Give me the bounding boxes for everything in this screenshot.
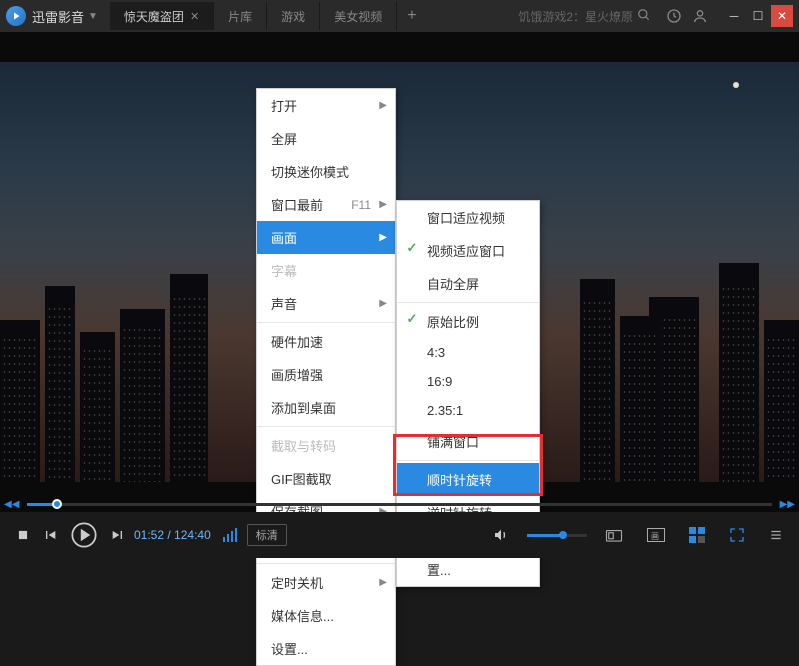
close-button[interactable]: ✕ <box>771 5 793 27</box>
submenu-original-ratio[interactable]: 原始比例 <box>397 305 539 338</box>
menu-always-on-top[interactable]: 窗口最前F11▶ <box>257 188 395 221</box>
time-display: 01:52 / 124:40 <box>134 528 211 542</box>
menu-add-desktop[interactable]: 添加到桌面 <box>257 391 395 424</box>
snapshot-button[interactable] <box>605 527 623 543</box>
progress-handle[interactable] <box>52 499 62 509</box>
add-tab-button[interactable]: + <box>397 7 426 25</box>
minimize-button[interactable]: ─ <box>723 5 745 27</box>
tab-videos[interactable]: 美女视频 <box>320 2 397 30</box>
volume-icon[interactable] <box>493 527 509 543</box>
search-placeholder-text[interactable]: 饥饿游戏2：星火燎原 <box>518 8 633 25</box>
progress-track[interactable] <box>27 503 771 506</box>
fullscreen-button[interactable] <box>729 527 745 543</box>
menu-enhance[interactable]: 画质增强 <box>257 358 395 391</box>
chevron-right-icon: ▶ <box>379 199 387 210</box>
controls-bar: 01:52 / 124:40 标清 画 <box>0 512 799 558</box>
volume-slider[interactable] <box>527 534 587 537</box>
submenu-window-fit-video[interactable]: 窗口适应视频 <box>397 201 539 234</box>
history-icon[interactable] <box>661 3 687 29</box>
titlebar: 迅雷影音 ▼ 惊天魔盗团 ✕ 片库 游戏 美女视频 + 饥饿游戏2：星火燎原 ─… <box>0 0 799 32</box>
menu-fullscreen[interactable]: 全屏 <box>257 122 395 155</box>
title-dropdown-icon[interactable]: ▼ <box>88 11 98 22</box>
prev-button[interactable] <box>42 527 58 543</box>
menu-open[interactable]: 打开▶ <box>257 89 395 122</box>
search-icon[interactable] <box>637 8 651 25</box>
step-forward-icon[interactable]: ▶▶ <box>780 499 795 510</box>
signal-icon <box>223 528 237 542</box>
tab-games[interactable]: 游戏 <box>267 2 320 30</box>
playlist-button[interactable] <box>689 527 705 543</box>
menu-gif-capture[interactable]: GIF图截取 <box>257 462 395 495</box>
stop-button[interactable] <box>16 528 30 542</box>
tab-row: 惊天魔盗团 ✕ 片库 游戏 美女视频 + <box>110 0 427 32</box>
menu-capture-section: 截取与转码 <box>257 429 395 462</box>
menu-settings[interactable]: 设置... <box>257 632 395 665</box>
context-menu: 打开▶ 全屏 切换迷你模式 窗口最前F11▶ 画面▶ 字幕 声音▶ 硬件加速 画… <box>256 88 396 666</box>
menu-subtitle: 字幕 <box>257 254 395 287</box>
tab-close-icon[interactable]: ✕ <box>190 10 199 23</box>
submenu-fill-window[interactable]: 铺满窗口 <box>397 425 539 458</box>
chevron-right-icon: ▶ <box>379 577 387 588</box>
chevron-right-icon: ▶ <box>379 298 387 309</box>
menu-media-info[interactable]: 媒体信息... <box>257 599 395 632</box>
app-title: 迅雷影音 <box>32 7 84 26</box>
menu-picture[interactable]: 画面▶ <box>257 221 395 254</box>
user-icon[interactable] <box>687 3 713 29</box>
menu-hardware-accel[interactable]: 硬件加速 <box>257 325 395 358</box>
submenu-ratio-235-1[interactable]: 2.35:1 <box>397 396 539 425</box>
volume-handle[interactable] <box>559 531 567 539</box>
menu-shutdown-timer[interactable]: 定时关机▶ <box>257 566 395 599</box>
menu-audio[interactable]: 声音▶ <box>257 287 395 320</box>
tab-library[interactable]: 片库 <box>214 2 267 30</box>
submenu-ratio-16-9[interactable]: 16:9 <box>397 367 539 396</box>
step-back-icon[interactable]: ◀◀ <box>4 499 19 510</box>
tab-current-video[interactable]: 惊天魔盗团 ✕ <box>110 2 214 30</box>
check-icon <box>405 241 419 255</box>
tab-label: 惊天魔盗团 <box>124 8 184 25</box>
menu-toggle-button[interactable] <box>769 528 783 542</box>
submenu-auto-fullscreen[interactable]: 自动全屏 <box>397 267 539 300</box>
menu-mini-mode[interactable]: 切换迷你模式 <box>257 155 395 188</box>
aspect-button[interactable]: 画 <box>647 528 665 542</box>
quality-button[interactable]: 标清 <box>247 524 287 546</box>
maximize-button[interactable]: ☐ <box>747 5 769 27</box>
progress-bar[interactable]: ◀◀ ▶▶ <box>0 496 799 512</box>
submenu-ratio-4-3[interactable]: 4:3 <box>397 338 539 367</box>
next-button[interactable] <box>110 527 126 543</box>
chevron-right-icon: ▶ <box>379 100 387 111</box>
play-button[interactable] <box>70 521 98 549</box>
check-icon <box>405 312 419 326</box>
app-logo <box>6 6 26 26</box>
chevron-right-icon: ▶ <box>379 232 387 243</box>
submenu-rotate-cw[interactable]: 顺时针旋转 <box>397 463 539 496</box>
submenu-video-fit-window[interactable]: 视频适应窗口 <box>397 234 539 267</box>
